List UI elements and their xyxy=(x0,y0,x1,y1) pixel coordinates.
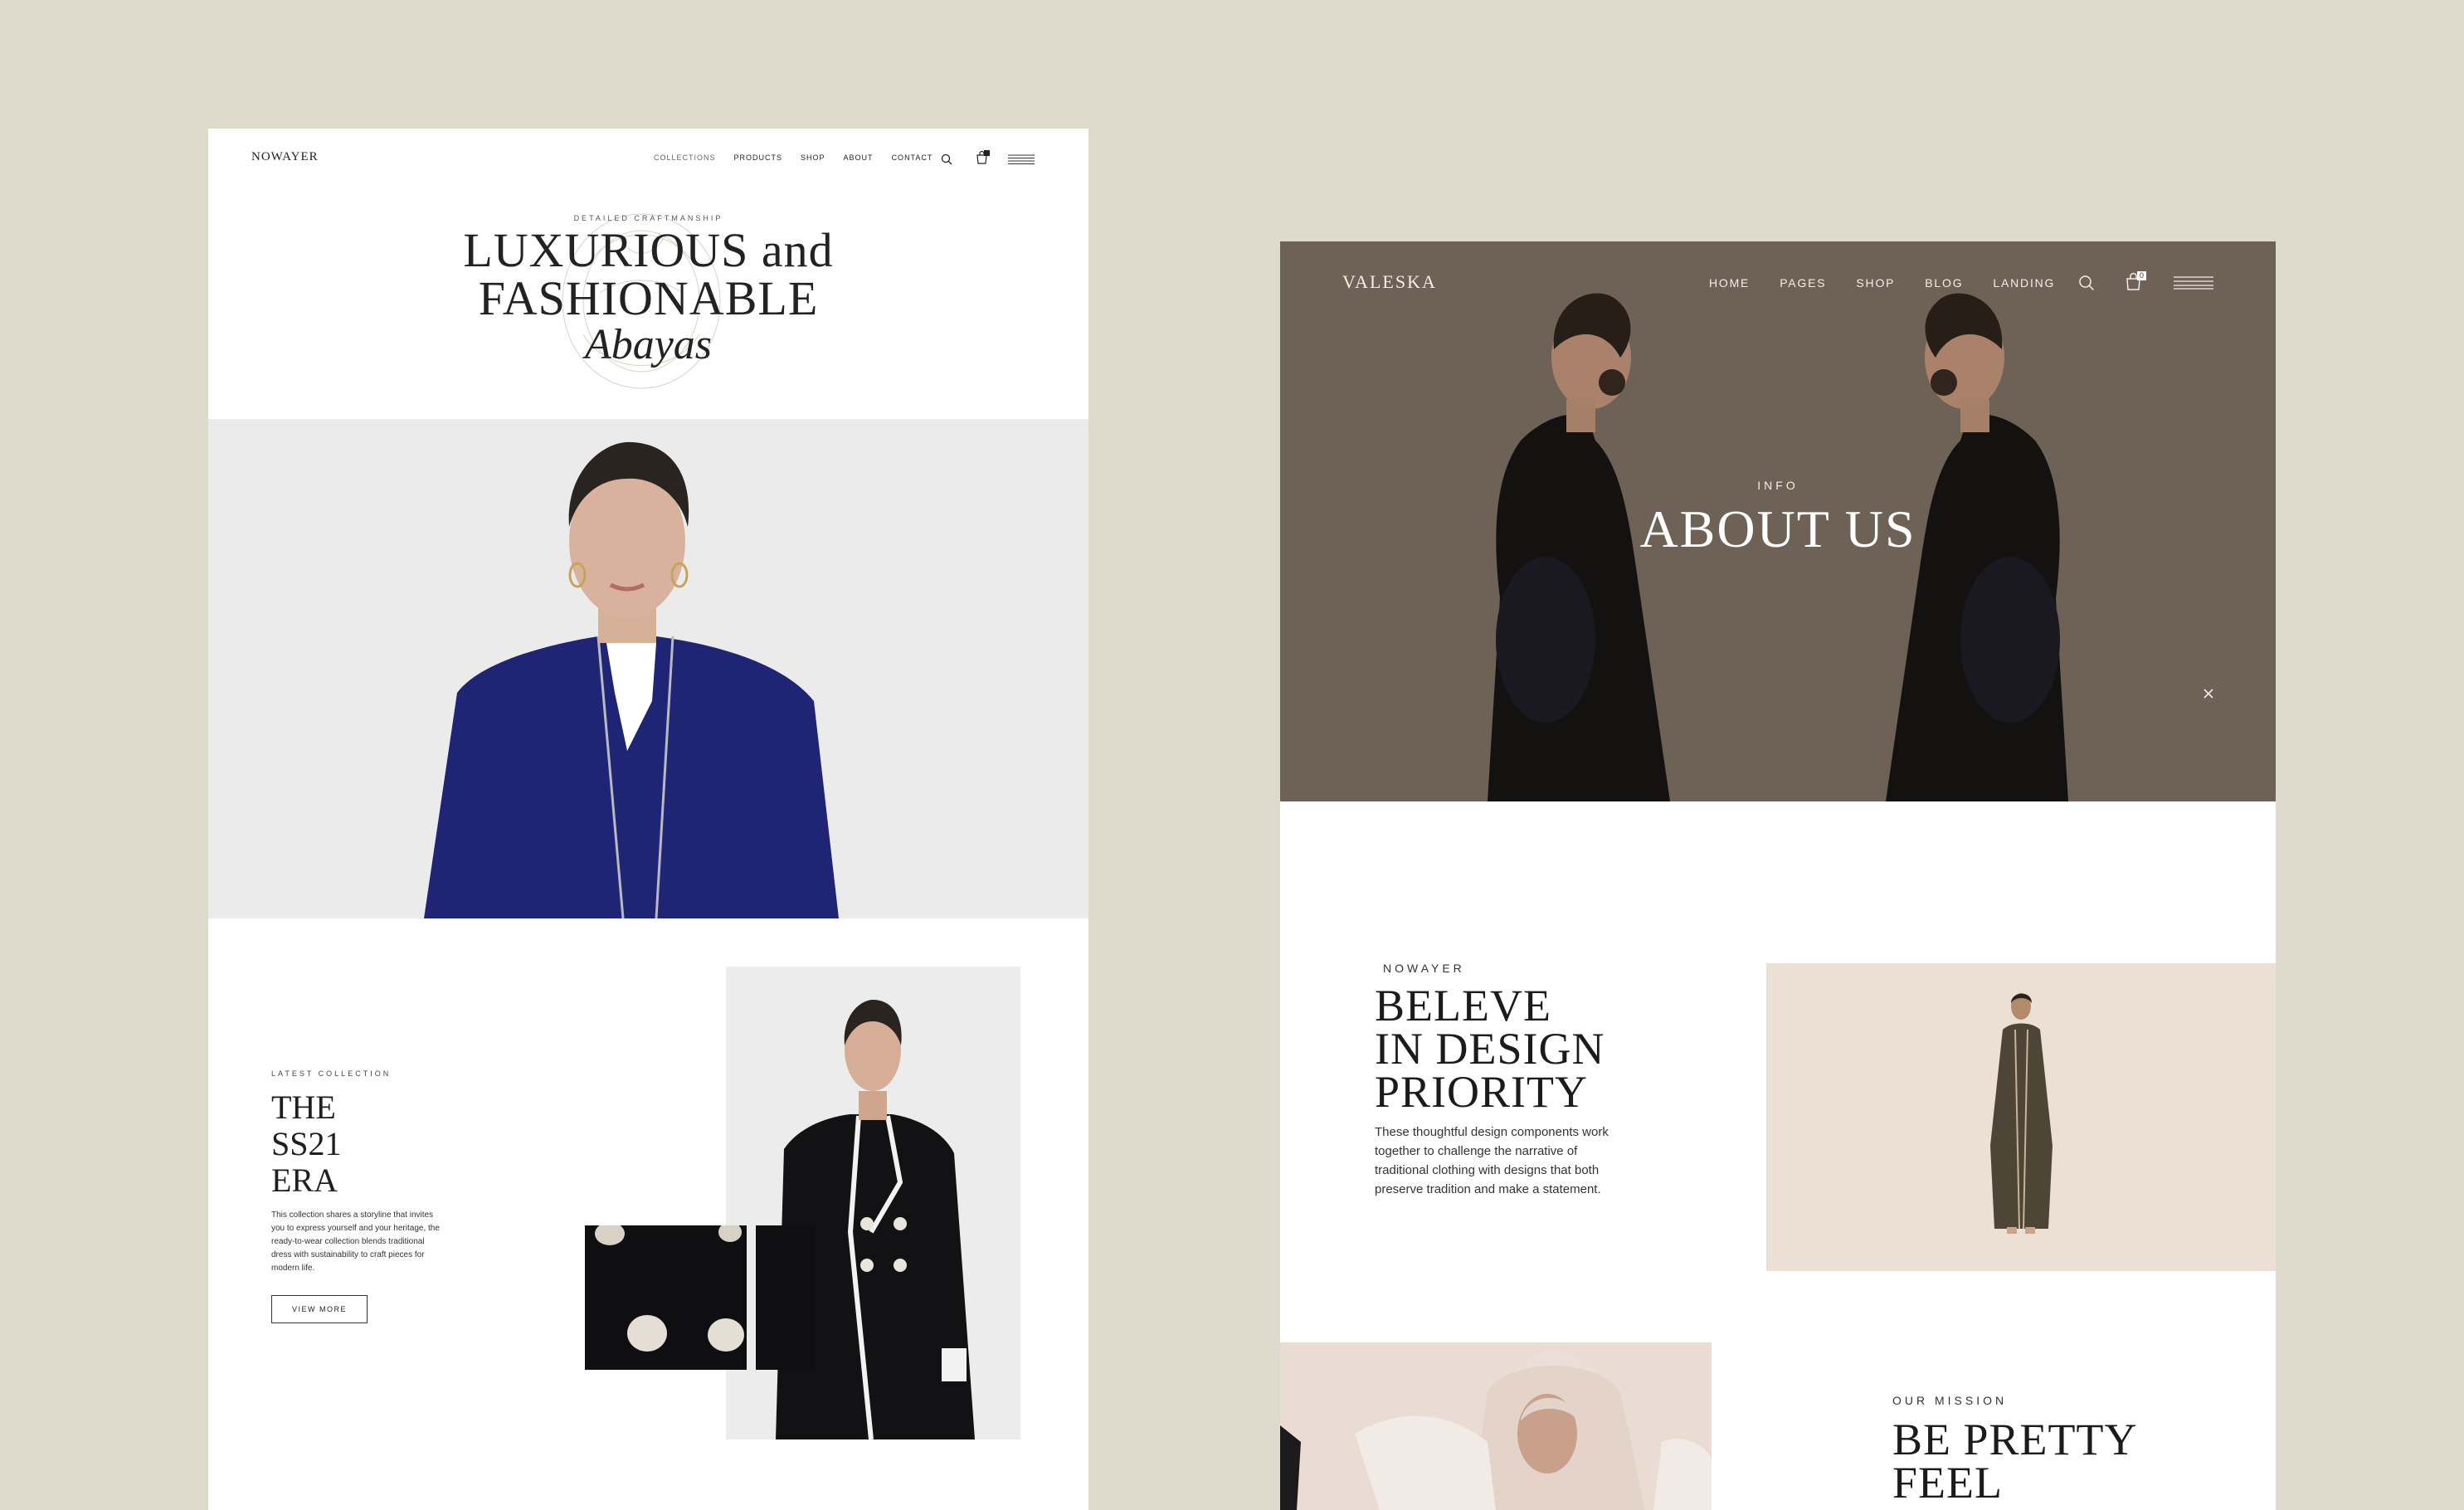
nav-pages[interactable]: PAGES xyxy=(1780,276,1826,290)
about-title: ABOUT US xyxy=(1639,499,1916,558)
brand-logo[interactable]: VALESKA xyxy=(1342,271,1437,293)
nav-collections[interactable]: COLLECTIONS xyxy=(654,153,716,162)
mission-title: BE PRETTY FEEL xyxy=(1892,1415,2138,1508)
standing-model-image xyxy=(1766,963,2276,1271)
cart-icon[interactable] xyxy=(975,150,990,165)
valeska-about-mockup: VALESKA HOME PAGES SHOP BLOG LANDING 0 I… xyxy=(1280,241,2276,1510)
hero-title: LUXURIOUS and FASHIONABLE xyxy=(208,226,1088,323)
menu-icon[interactable] xyxy=(2174,276,2213,290)
nav-about[interactable]: ABOUT xyxy=(844,153,874,162)
cart-count-badge: 0 xyxy=(2139,271,2144,280)
search-icon[interactable] xyxy=(941,153,952,165)
search-icon[interactable] xyxy=(2078,275,2095,291)
about-hero: VALESKA HOME PAGES SHOP BLOG LANDING 0 I… xyxy=(1280,241,2276,801)
main-nav: COLLECTIONS PRODUCTS SHOP ABOUT CONTACT xyxy=(654,153,933,162)
nav-products[interactable]: PRODUCTS xyxy=(734,153,783,162)
nav-landing[interactable]: LANDING xyxy=(1993,276,2055,290)
believe-description: These thoughtful design components work … xyxy=(1375,1125,1609,1196)
nav-shop[interactable]: SHOP xyxy=(801,153,825,162)
hero-kicker: DETAILED CRAFTMANSHIP xyxy=(573,214,723,222)
latest-collection-kicker: LATEST COLLECTION xyxy=(271,1069,392,1078)
button-detail-image-right xyxy=(756,1225,814,1370)
nav-home[interactable]: HOME xyxy=(1709,276,1750,290)
nav-shop[interactable]: SHOP xyxy=(1856,276,1895,290)
brand-logo[interactable]: NOWAYER xyxy=(251,150,319,164)
mission-model-image xyxy=(1280,1342,1712,1510)
hero-model-image xyxy=(208,419,1088,918)
view-more-button[interactable]: VIEW MORE xyxy=(271,1295,368,1323)
latest-collection-title: THE SS21 ERA xyxy=(271,1089,342,1199)
hero-title-line2: FASHIONABLE xyxy=(478,271,819,325)
hero-title-line1: LUXURIOUS and xyxy=(463,223,834,277)
button-detail-image-left xyxy=(585,1222,747,1370)
latest-collection-description: This collection shares a storyline that … xyxy=(271,1210,440,1273)
nowayer-home-mockup: NOWAYER COLLECTIONS PRODUCTS SHOP ABOUT … xyxy=(208,129,1088,1510)
about-kicker: INFO xyxy=(1757,479,1799,492)
nav-contact[interactable]: CONTACT xyxy=(892,153,933,162)
believe-title: BELEVE IN DESIGN PRIORITY xyxy=(1375,981,1605,1117)
nav-blog[interactable]: BLOG xyxy=(1925,276,1963,290)
hero-title-italic: Abayas xyxy=(584,321,713,368)
mission-kicker: OUR MISSION xyxy=(1892,1394,2008,1407)
believe-kicker: NOWAYER xyxy=(1383,962,1465,975)
close-icon[interactable] xyxy=(2203,688,2214,699)
main-nav: HOME PAGES SHOP BLOG LANDING xyxy=(1709,276,2055,290)
menu-icon[interactable] xyxy=(1008,154,1035,164)
